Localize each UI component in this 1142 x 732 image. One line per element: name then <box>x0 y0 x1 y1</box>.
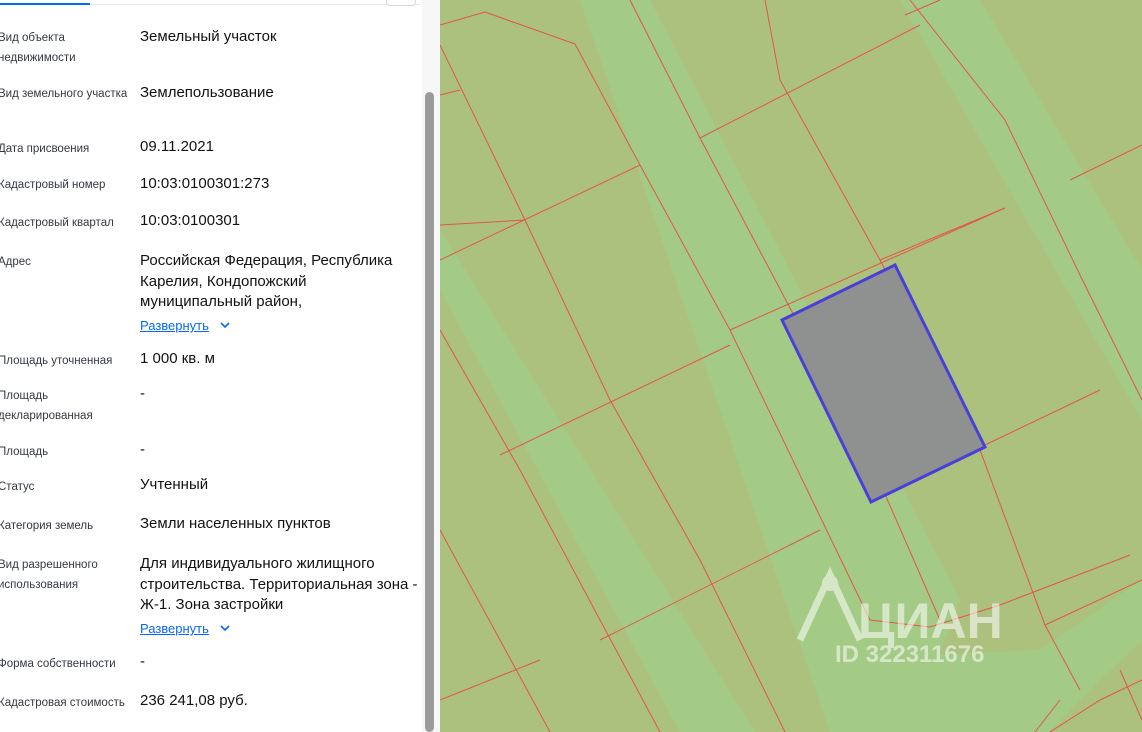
permitted-use-expand-link[interactable]: Развернуть <box>140 620 230 638</box>
active-tab-indicator[interactable] <box>0 3 90 5</box>
label-cadastral-value: Кадастровая стоимость <box>0 697 125 709</box>
label-object-type: Вид объекта недвижимости <box>0 32 76 64</box>
label-area: Площадь <box>0 446 49 458</box>
label-land-type: Вид земельного участка <box>0 88 128 100</box>
label-assignment-date: Дата присвоения <box>0 143 90 155</box>
value-cadastral-number: 10:03:0100301:273 <box>140 175 270 192</box>
label-cadastral-quarter: Кадастровый квартал <box>0 217 114 229</box>
value-area-declared: - <box>140 385 145 402</box>
value-assignment-date: 09.11.2021 <box>140 138 214 155</box>
label-address: Адрес <box>0 256 31 268</box>
value-cadastral-value: 236 241,08 руб. <box>140 692 248 709</box>
address-expand-label: Развернуть <box>140 318 209 333</box>
label-status: Статус <box>0 481 35 493</box>
chevron-down-icon <box>220 625 230 632</box>
property-details-panel: Вид объекта недвижимости Земельный участ… <box>0 0 440 732</box>
value-cadastral-quarter: 10:03:0100301 <box>140 212 241 229</box>
watermark-id: ID 322311676 <box>835 641 984 668</box>
value-area-specified: 1 000 кв. м <box>140 350 215 367</box>
value-land-category: Земли населенных пунктов <box>140 515 331 532</box>
panel-top-button[interactable] <box>386 0 416 6</box>
value-ownership-form: - <box>140 653 145 670</box>
cadastral-map[interactable]: ЦИАН ID 322311676 <box>440 0 1142 732</box>
value-status: Учтенный <box>140 476 209 493</box>
map-canvas[interactable]: ЦИАН ID 322311676 <box>440 0 1142 732</box>
value-land-type: Землепользование <box>140 84 274 101</box>
value-permitted-use: Для индивидуального жилищного строительс… <box>140 555 418 613</box>
label-area-specified: Площадь уточненная <box>0 355 113 367</box>
label-land-category: Категория земель <box>0 520 94 532</box>
label-area-declared: Площадь декларированная <box>0 390 93 422</box>
address-expand-link[interactable]: Развернуть <box>140 317 230 335</box>
scrollbar-thumb[interactable] <box>425 92 434 732</box>
value-address: Российская Федерация, Республика Карелия… <box>140 252 393 310</box>
label-ownership-form: Форма собственности <box>0 658 116 670</box>
chevron-down-icon <box>220 322 230 329</box>
value-object-type: Земельный участок <box>140 28 277 45</box>
label-permitted-use: Вид разрешенного использования <box>0 559 98 591</box>
label-cadastral-number: Кадастровый номер <box>0 179 106 191</box>
permitted-use-expand-label: Развернуть <box>140 621 209 636</box>
value-area: - <box>140 441 145 458</box>
